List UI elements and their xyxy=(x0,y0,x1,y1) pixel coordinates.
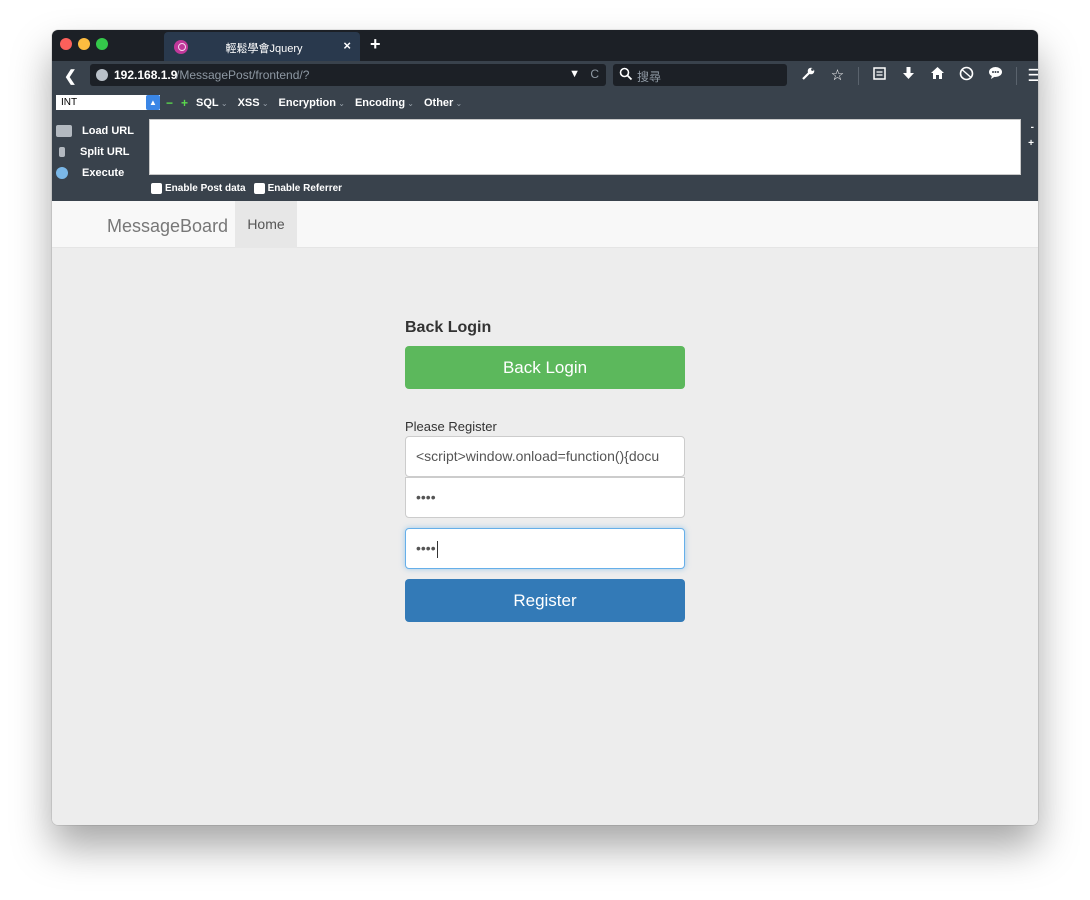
play-icon xyxy=(56,166,68,179)
confirm-password-value: •••• xyxy=(416,540,436,556)
hackbar-options: Enable Post data Enable Referrer xyxy=(151,183,350,194)
shield-icon[interactable] xyxy=(952,66,981,87)
menu-other[interactable]: Other ⌄ xyxy=(424,97,462,109)
post-data-label: Enable Post data xyxy=(165,183,246,194)
back-login-heading: Back Login xyxy=(405,319,492,336)
home-icon[interactable] xyxy=(923,66,952,86)
favicon-icon xyxy=(174,40,188,54)
browser-window: 輕鬆學會Jquery × + ❮ 192.168.1.9 /MessagePos… xyxy=(52,30,1038,825)
search-placeholder: 搜尋 xyxy=(637,70,662,84)
hamburger-menu-icon[interactable]: ☰ xyxy=(1023,66,1038,86)
chat-icon[interactable] xyxy=(981,66,1010,86)
hackbar-url-textarea[interactable] xyxy=(149,119,1021,175)
split-url-button[interactable]: Split URL xyxy=(54,141,148,162)
tab-close-icon[interactable]: × xyxy=(343,38,351,53)
url-path: /MessagePost/frontend/? xyxy=(176,68,310,82)
split-url-label: Split URL xyxy=(80,145,130,158)
execute-label: Execute xyxy=(82,166,125,179)
navigation-bar: ❮ 192.168.1.9 /MessagePost/frontend/? ▼ … xyxy=(52,61,1038,90)
toolbar-separator xyxy=(1016,67,1017,85)
menu-encoding[interactable]: Encoding ⌄ xyxy=(355,97,414,109)
site-brand[interactable]: MessageBoard xyxy=(107,216,228,237)
site-navbar: MessageBoard Home xyxy=(52,201,1038,248)
username-input[interactable]: <script>window.onload=function(){docu xyxy=(405,436,685,477)
select-arrows-icon[interactable]: ▲ xyxy=(146,95,160,110)
download-icon[interactable] xyxy=(894,66,923,86)
star-icon[interactable]: ☆ xyxy=(823,66,852,86)
globe-icon xyxy=(96,69,108,81)
back-arrow-icon[interactable]: ❮ xyxy=(64,67,77,85)
decrease-button[interactable]: − xyxy=(166,96,173,110)
confirm-password-input[interactable]: •••• xyxy=(405,528,685,569)
url-host: 192.168.1.9 xyxy=(114,68,178,82)
referrer-label: Enable Referrer xyxy=(267,183,343,194)
search-icon xyxy=(619,67,635,83)
hackbar-actions: Load URL Split URL Execute xyxy=(54,120,148,183)
post-data-checkbox[interactable] xyxy=(151,183,162,194)
password-input[interactable]: •••• xyxy=(405,477,685,518)
clipboard-icon[interactable] xyxy=(865,66,894,86)
hackbar-panel: INT ▲ − + SQL ⌄ XSS ⌄ Encryption ⌄ Encod… xyxy=(52,90,1038,201)
register-label: Please Register xyxy=(405,419,497,434)
menu-encryption[interactable]: Encryption ⌄ xyxy=(279,97,345,109)
tab-title: 輕鬆學會Jquery xyxy=(225,43,303,55)
split-url-icon xyxy=(59,146,65,157)
register-button[interactable]: Register xyxy=(405,579,685,622)
back-login-button[interactable]: Back Login xyxy=(405,346,685,389)
hackbar-menu: − + SQL ⌄ XSS ⌄ Encryption ⌄ Encoding ⌄ … xyxy=(166,95,472,111)
active-tab[interactable]: 輕鬆學會Jquery × xyxy=(164,32,360,61)
execute-button[interactable]: Execute xyxy=(54,162,148,183)
nav-home-link[interactable]: Home xyxy=(235,201,297,248)
load-url-label: Load URL xyxy=(82,124,134,137)
menu-sql[interactable]: SQL ⌄ xyxy=(196,97,228,109)
minimize-window-button[interactable] xyxy=(78,38,90,50)
url-dropdown-icon[interactable]: ▼ xyxy=(569,68,580,80)
load-url-icon xyxy=(56,124,72,137)
textarea-shrink-button[interactable]: - xyxy=(1031,122,1034,133)
search-bar[interactable]: 搜尋 xyxy=(613,64,787,86)
page-content: MessageBoard Home Back Login Back Login … xyxy=(52,201,1038,825)
increase-button[interactable]: + xyxy=(181,96,188,110)
hackbar-type-select[interactable]: INT xyxy=(56,95,160,110)
tab-bar: 輕鬆學會Jquery × + xyxy=(52,30,1038,61)
maximize-window-button[interactable] xyxy=(96,38,108,50)
reload-icon[interactable]: C xyxy=(590,67,599,81)
menu-xss[interactable]: XSS ⌄ xyxy=(238,97,269,109)
login-register-form: Back Login Back Login Please Register <s… xyxy=(405,319,685,622)
toolbar-icons: ☆ ☰ xyxy=(794,65,1038,87)
close-window-button[interactable] xyxy=(60,38,72,50)
load-url-button[interactable]: Load URL xyxy=(54,120,148,141)
new-tab-button[interactable]: + xyxy=(370,34,381,55)
toolbar-separator xyxy=(858,67,859,85)
text-cursor xyxy=(436,540,438,558)
referrer-checkbox[interactable] xyxy=(253,183,265,194)
url-bar[interactable]: 192.168.1.9 /MessagePost/frontend/? ▼ C xyxy=(90,64,606,86)
textarea-grow-button[interactable]: + xyxy=(1028,138,1034,149)
wrench-icon[interactable] xyxy=(794,66,823,87)
